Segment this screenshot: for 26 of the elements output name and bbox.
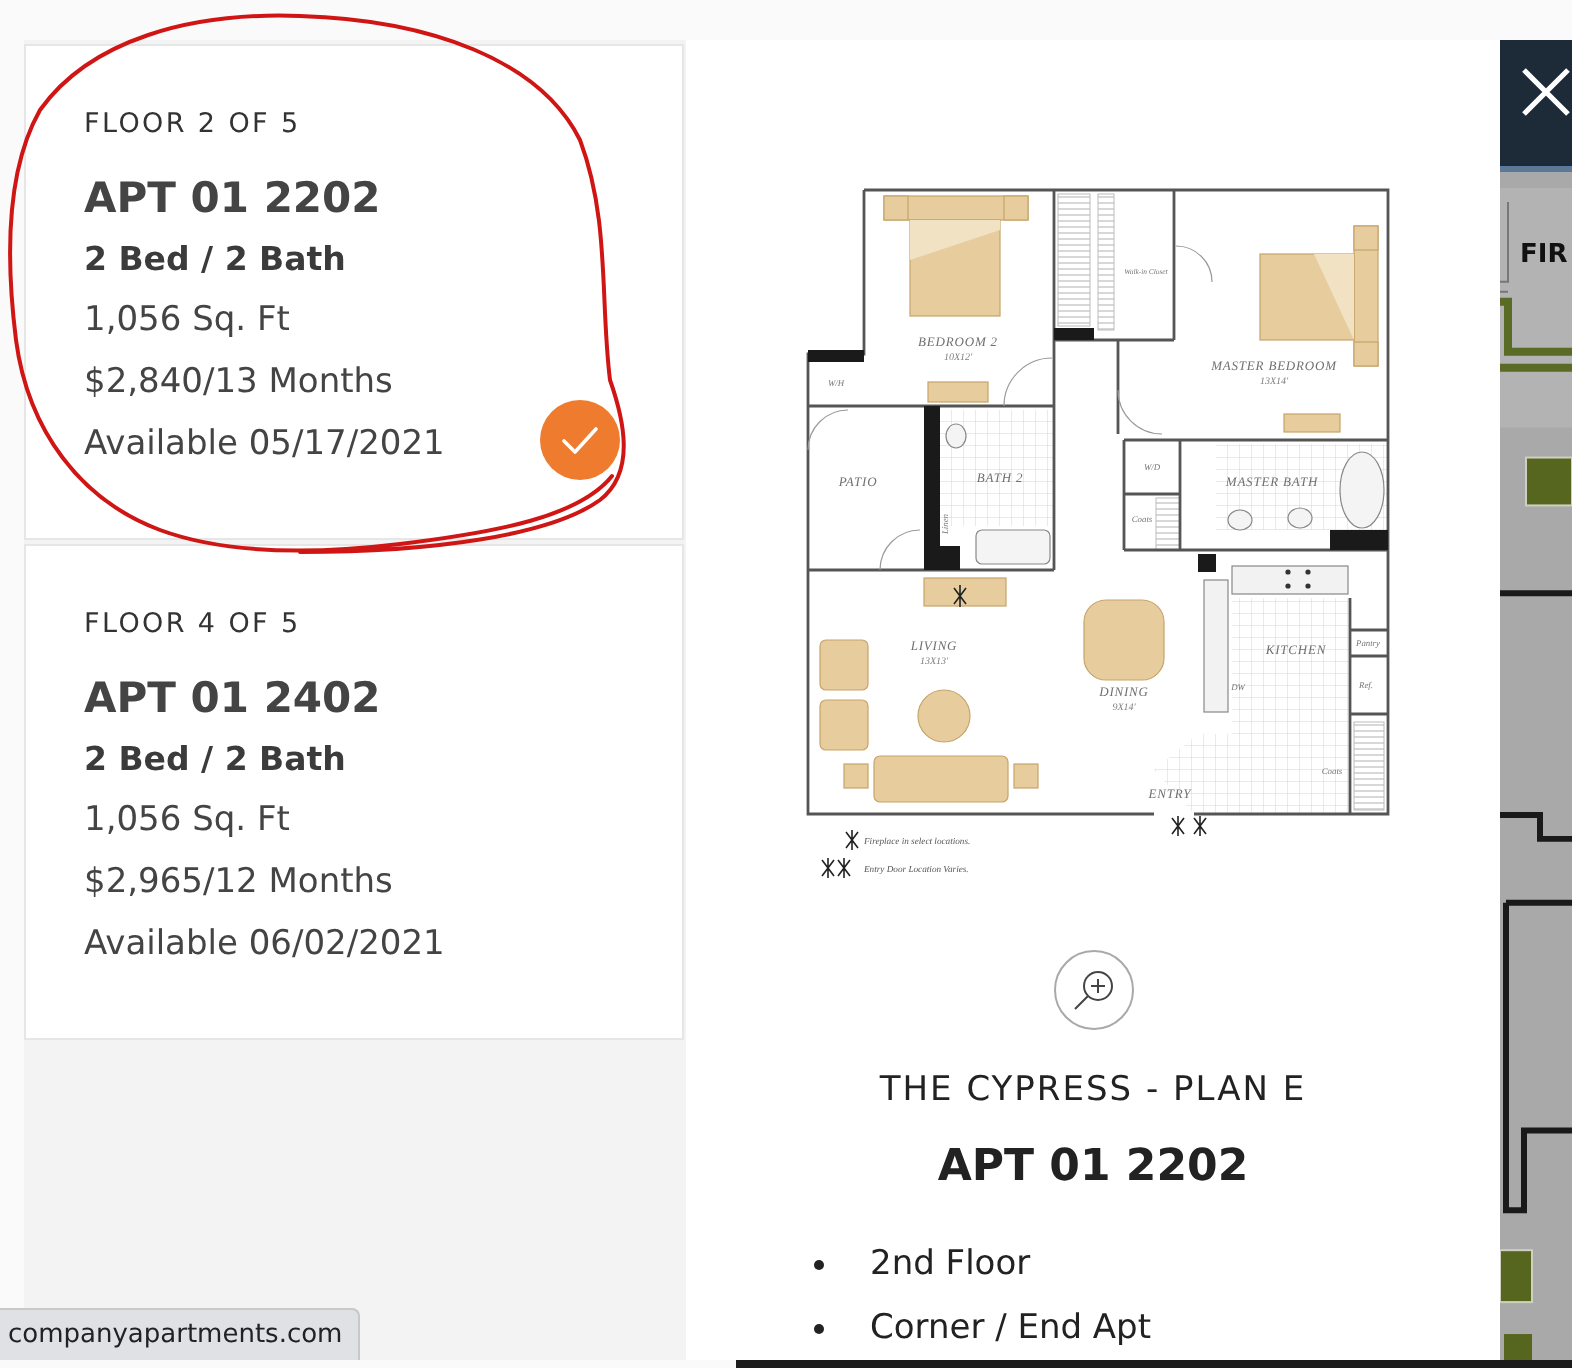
floor-text: FLOOR 2 OF 5 bbox=[84, 106, 301, 142]
bullet-icon bbox=[814, 1323, 824, 1333]
feature-text: 2nd Floor bbox=[870, 1244, 1031, 1284]
price-text: $2,965/12 Months bbox=[84, 860, 393, 906]
close-button[interactable] bbox=[1500, 40, 1572, 172]
close-icon bbox=[1520, 65, 1572, 117]
unit-name: APT 01 2402 bbox=[84, 672, 381, 726]
area-text: 1,056 Sq. Ft bbox=[84, 298, 290, 344]
bed-bath-text: 2 Bed / 2 Bath bbox=[84, 738, 346, 782]
floor-text: FLOOR 4 OF 5 bbox=[84, 606, 301, 642]
unit-name: APT 01 2202 bbox=[84, 172, 381, 226]
zoom-in-button[interactable] bbox=[1053, 950, 1133, 1030]
unit-card[interactable]: FLOOR 2 OF 5 APT 01 2202 2 Bed / 2 Bath 1,056 Sq. Ft $2,840/13 Months Available 05/17/2021 bbox=[24, 44, 684, 540]
unit-card[interactable]: FLOOR 4 OF 5 APT 01 2402 2 Bed / 2 Bath 1,056 Sq. Ft $2,965/12 Months Available 06/02/2021 bbox=[24, 544, 684, 1040]
availability-text: Available 05/17/2021 bbox=[84, 422, 445, 468]
apartment-name: APT 01 2202 bbox=[937, 1140, 1249, 1196]
area-text: 1,056 Sq. Ft bbox=[84, 798, 290, 844]
feature-text: Corner / End Apt bbox=[870, 1308, 1152, 1348]
plan-title: THE CYPRESS - PLAN E bbox=[879, 1068, 1307, 1112]
bullet-icon bbox=[814, 1259, 824, 1269]
zoom-in-icon bbox=[1071, 968, 1115, 1012]
map-label: FIR bbox=[1520, 238, 1568, 274]
status-bar-url: companyapartments.com bbox=[0, 1308, 361, 1360]
bed-bath-text: 2 Bed / 2 Bath bbox=[84, 238, 346, 282]
availability-text: Available 06/02/2021 bbox=[84, 922, 445, 968]
price-text: $2,840/13 Months bbox=[84, 360, 393, 406]
